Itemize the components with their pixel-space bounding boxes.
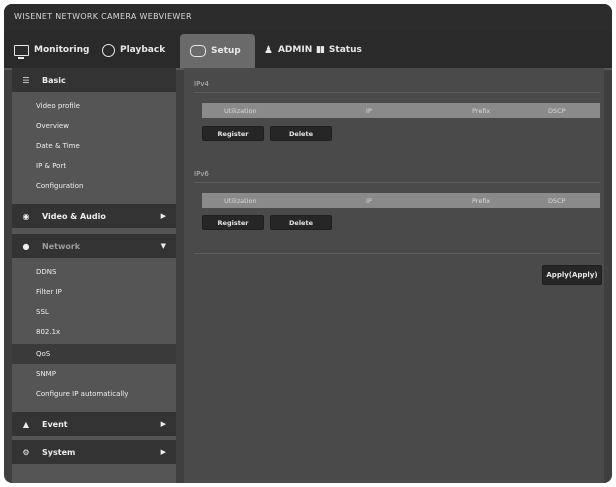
ipv4-register-button[interactable]: Register xyxy=(202,126,264,141)
sidebar-group-label: Network xyxy=(42,241,81,251)
column-header: IP xyxy=(366,107,372,115)
sidebar-item-label: Filter IP xyxy=(36,288,62,296)
sidebar-item-ddns[interactable]: DDNS xyxy=(12,262,176,282)
sidebar-group-label: Event xyxy=(42,419,68,429)
ipv6-delete-button[interactable]: Delete xyxy=(270,215,332,230)
divider xyxy=(194,182,600,183)
button-label: Apply(Apply) xyxy=(546,271,598,279)
event-icon: ▲ xyxy=(22,419,30,429)
ipv4-delete-button[interactable]: Delete xyxy=(270,126,332,141)
sidebar-item-overview[interactable]: Overview xyxy=(12,116,176,136)
sidebar-group-event[interactable]: ▲ Event ▶ xyxy=(12,412,176,436)
sidebar-item-label: DDNS xyxy=(36,268,57,276)
column-header: Utilization xyxy=(224,197,257,205)
button-label: Register xyxy=(217,129,249,138)
network-icon: ● xyxy=(22,241,30,251)
apply-button[interactable]: Apply(Apply) xyxy=(542,265,602,285)
divider xyxy=(194,92,600,93)
sidebar-item-label: QoS xyxy=(36,350,51,358)
tab-monitoring-label: Monitoring xyxy=(34,45,90,55)
column-header: Utilization xyxy=(224,107,257,115)
user-menu[interactable]: ♟ ADMIN xyxy=(264,40,312,60)
sidebar-item-label: IP & Port xyxy=(36,162,67,170)
sidebar-item-label: Video profile xyxy=(36,102,80,110)
sidebar-item-label: Overview xyxy=(36,122,69,130)
chevron-right-icon: ▶ xyxy=(160,448,166,456)
playback-icon xyxy=(102,43,115,57)
column-header: DSCP xyxy=(548,107,566,115)
status-button[interactable]: ▮▮ Status xyxy=(316,40,362,60)
sidebar-item-label: Configuration xyxy=(36,182,84,190)
setup-icon xyxy=(190,45,206,57)
sidebar-item-configure-ip-auto[interactable]: Configure IP automatically xyxy=(12,384,176,404)
sidebar-group-label: Basic xyxy=(42,75,66,85)
sidebar-item-qos[interactable]: QoS xyxy=(12,344,176,364)
sidebar-group-network[interactable]: ● Network ▼ xyxy=(12,234,176,258)
monitor-icon xyxy=(14,44,29,59)
sidebar-item-label: Date & Time xyxy=(36,142,80,150)
qos-content: IPv4 Utilization IP Prefix DSCP Register… xyxy=(184,68,604,483)
ipv4-section-title: IPv4 xyxy=(194,80,209,88)
status-icon: ▮▮ xyxy=(316,45,325,55)
ipv4-table-header: Utilization IP Prefix DSCP xyxy=(202,103,600,118)
ipv6-section-title: IPv6 xyxy=(194,170,209,178)
sidebar-item-configuration[interactable]: Configuration xyxy=(12,176,176,196)
button-label: Register xyxy=(217,218,249,227)
tab-playback[interactable]: Playback xyxy=(102,40,165,60)
sidebar-group-label: Video & Audio xyxy=(42,211,106,221)
tab-playback-label: Playback xyxy=(120,45,166,55)
column-header: DSCP xyxy=(548,197,566,205)
title-bar: WISENET NETWORK CAMERA WEBVIEWER xyxy=(4,4,612,30)
user-icon: ♟ xyxy=(264,44,273,56)
app-brand: WISENET NETWORK CAMERA WEBVIEWER xyxy=(14,12,192,21)
button-label: Delete xyxy=(289,129,313,138)
column-header: Prefix xyxy=(472,197,491,205)
settings-sidebar: ☰ Basic Video profile Overview Date & Ti… xyxy=(12,68,176,483)
chevron-down-icon: ▼ xyxy=(160,242,166,250)
tab-monitoring[interactable]: Monitoring xyxy=(14,40,90,60)
sidebar-item-label: Configure IP automatically xyxy=(36,390,129,398)
sidebar-item-ssl[interactable]: SSL xyxy=(12,302,176,322)
sidebar-item-filter-ip[interactable]: Filter IP xyxy=(12,282,176,302)
sidebar-item-8021x[interactable]: 802.1x xyxy=(12,322,176,342)
chevron-right-icon: ▶ xyxy=(160,212,166,220)
sidebar-item-video-profile[interactable]: Video profile xyxy=(12,96,176,116)
basic-icon: ☰ xyxy=(22,75,30,85)
tab-setup[interactable]: Setup xyxy=(180,34,255,68)
app-window: WISENET NETWORK CAMERA WEBVIEWER Monitor… xyxy=(4,4,612,483)
sidebar-group-system[interactable]: ⚙ System ▶ xyxy=(12,440,176,464)
top-navigation: Monitoring Playback Setup ♟ ADMIN ▮▮ Sta… xyxy=(4,30,612,70)
video-audio-icon: ◉ xyxy=(22,211,30,221)
sidebar-item-snmp[interactable]: SNMP xyxy=(12,364,176,384)
sidebar-item-ip-port[interactable]: IP & Port xyxy=(12,156,176,176)
chevron-right-icon: ▶ xyxy=(160,420,166,428)
column-header: IP xyxy=(366,197,372,205)
sidebar-group-basic[interactable]: ☰ Basic xyxy=(12,68,176,92)
system-icon: ⚙ xyxy=(22,447,30,457)
ipv6-register-button[interactable]: Register xyxy=(202,215,264,230)
sidebar-group-label: System xyxy=(42,447,76,457)
sidebar-item-label: SSL xyxy=(36,308,49,316)
divider xyxy=(194,253,600,254)
column-header: Prefix xyxy=(472,107,491,115)
sidebar-item-label: SNMP xyxy=(36,370,56,378)
sidebar-item-date-time[interactable]: Date & Time xyxy=(12,136,176,156)
ipv6-table-header: Utilization IP Prefix DSCP xyxy=(202,193,600,208)
tab-setup-label: Setup xyxy=(211,46,241,56)
sidebar-item-label: 802.1x xyxy=(36,328,61,336)
sidebar-group-video-audio[interactable]: ◉ Video & Audio ▶ xyxy=(12,204,176,228)
user-name: ADMIN xyxy=(277,45,313,55)
button-label: Delete xyxy=(289,218,313,227)
status-label: Status xyxy=(328,45,362,55)
